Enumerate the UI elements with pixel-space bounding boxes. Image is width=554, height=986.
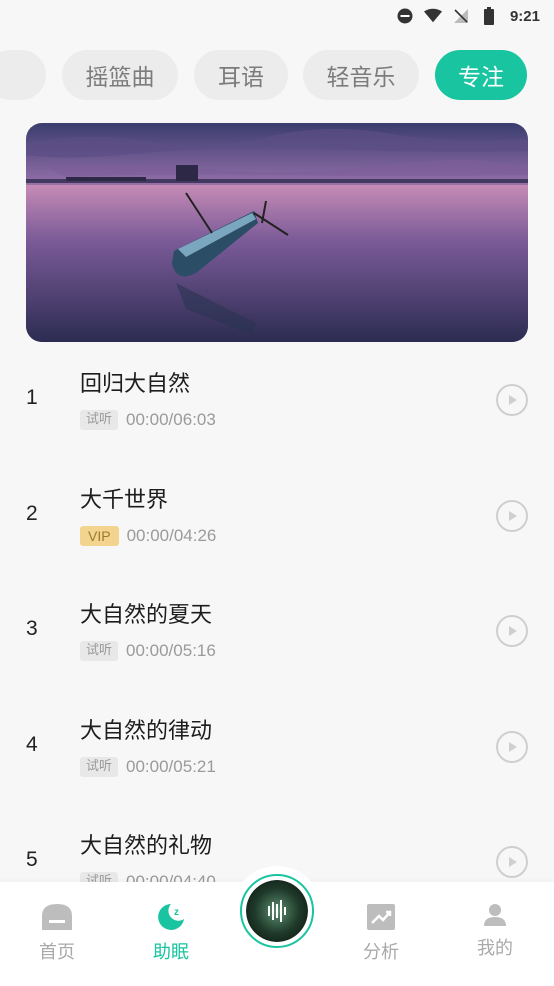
tab-label: 摇篮曲 xyxy=(85,65,155,91)
status-bar: 9:21 xyxy=(0,0,554,32)
nav-analysis[interactable]: 分析 xyxy=(336,902,426,982)
track-meta: VIP 00:00/04:26 xyxy=(80,526,216,546)
battery-icon xyxy=(480,7,498,25)
nav-home[interactable]: 首页 xyxy=(12,902,102,982)
nav-label: 助眠 xyxy=(153,942,189,963)
svg-text:z: z xyxy=(174,907,179,918)
track-title: 大自然的礼物 xyxy=(80,834,213,859)
track-meta: 试听 00:00/06:03 xyxy=(80,410,216,430)
trial-badge: 试听 xyxy=(80,757,119,777)
status-time: 9:21 xyxy=(509,7,540,25)
tab-label: 耳语 xyxy=(218,65,264,91)
trial-badge: 试听 xyxy=(80,641,119,661)
track-row[interactable]: 2 大千世界 VIP 00:00/04:26 xyxy=(0,458,554,574)
track-duration: 00:00/06:03 xyxy=(126,410,216,429)
no-signal-icon xyxy=(452,7,470,25)
vip-badge: VIP xyxy=(80,526,119,546)
track-row[interactable]: 4 大自然的律动 试听 00:00/05:21 xyxy=(0,689,554,805)
nav-label: 首页 xyxy=(39,942,75,963)
tab-label: 轻音乐 xyxy=(326,65,396,91)
banner-image[interactable] xyxy=(26,123,528,342)
center-play-button[interactable] xyxy=(240,874,314,948)
play-button[interactable] xyxy=(496,731,528,763)
track-title: 大千世界 xyxy=(80,488,169,513)
play-icon xyxy=(509,626,517,636)
play-button[interactable] xyxy=(496,846,528,878)
home-icon xyxy=(42,904,72,930)
bottom-nav: 首页 z 助眠 分析 我的 xyxy=(0,866,554,986)
do-not-disturb-icon xyxy=(396,7,414,25)
track-number: 4 xyxy=(26,733,38,756)
play-button[interactable] xyxy=(496,384,528,416)
nav-label: 分析 xyxy=(363,942,399,963)
trial-badge: 试听 xyxy=(80,410,119,430)
nav-label: 我的 xyxy=(477,938,513,959)
tab-focus[interactable]: 专注 xyxy=(435,50,527,100)
tab-light-music[interactable]: 轻音乐 xyxy=(303,50,419,100)
play-icon xyxy=(509,857,517,867)
track-number: 2 xyxy=(26,502,38,525)
track-title: 大自然的律动 xyxy=(80,719,213,744)
moon-sleep-icon: z xyxy=(158,904,184,930)
tab-label: 专注 xyxy=(458,65,504,91)
wifi-icon xyxy=(423,7,442,25)
track-title: 大自然的夏天 xyxy=(80,603,213,628)
tab-lullaby[interactable]: 摇篮曲 xyxy=(62,50,178,100)
nav-sleep[interactable]: z 助眠 xyxy=(126,902,216,982)
sound-wave-icon xyxy=(246,880,308,942)
app-screen: 9:21 摇篮曲 耳语 轻音乐 专注 1 回归大自然 试听 00:00/06:0… xyxy=(0,0,554,986)
play-icon xyxy=(509,742,517,752)
track-number: 5 xyxy=(26,848,38,871)
track-duration: 00:00/05:16 xyxy=(126,641,216,660)
track-meta: 试听 00:00/04:40 xyxy=(80,872,216,882)
category-tabs: 摇篮曲 耳语 轻音乐 专注 xyxy=(0,50,554,102)
track-meta: 试听 00:00/05:21 xyxy=(80,757,216,777)
nav-me[interactable]: 我的 xyxy=(450,902,540,982)
play-icon xyxy=(509,511,517,521)
track-row[interactable]: 1 回归大自然 试听 00:00/06:03 xyxy=(0,342,554,458)
trial-badge: 试听 xyxy=(80,872,119,882)
track-duration: 00:00/05:21 xyxy=(126,757,216,776)
track-list: 1 回归大自然 试听 00:00/06:03 2 大千世界 VIP 00:00/… xyxy=(0,342,554,882)
track-duration: 00:00/04:40 xyxy=(126,872,216,882)
track-title: 回归大自然 xyxy=(80,372,191,397)
user-icon xyxy=(484,904,506,926)
play-button[interactable] xyxy=(496,615,528,647)
play-icon xyxy=(509,395,517,405)
chart-icon xyxy=(367,904,395,930)
track-number: 3 xyxy=(26,617,38,640)
track-duration: 00:00/04:26 xyxy=(126,526,217,545)
track-row[interactable]: 3 大自然的夏天 试听 00:00/05:16 xyxy=(0,573,554,689)
track-number: 1 xyxy=(26,386,38,409)
tab-whisper[interactable]: 耳语 xyxy=(194,50,288,100)
play-button[interactable] xyxy=(496,500,528,532)
tab-partial[interactable] xyxy=(0,50,46,100)
track-meta: 试听 00:00/05:16 xyxy=(80,641,216,661)
